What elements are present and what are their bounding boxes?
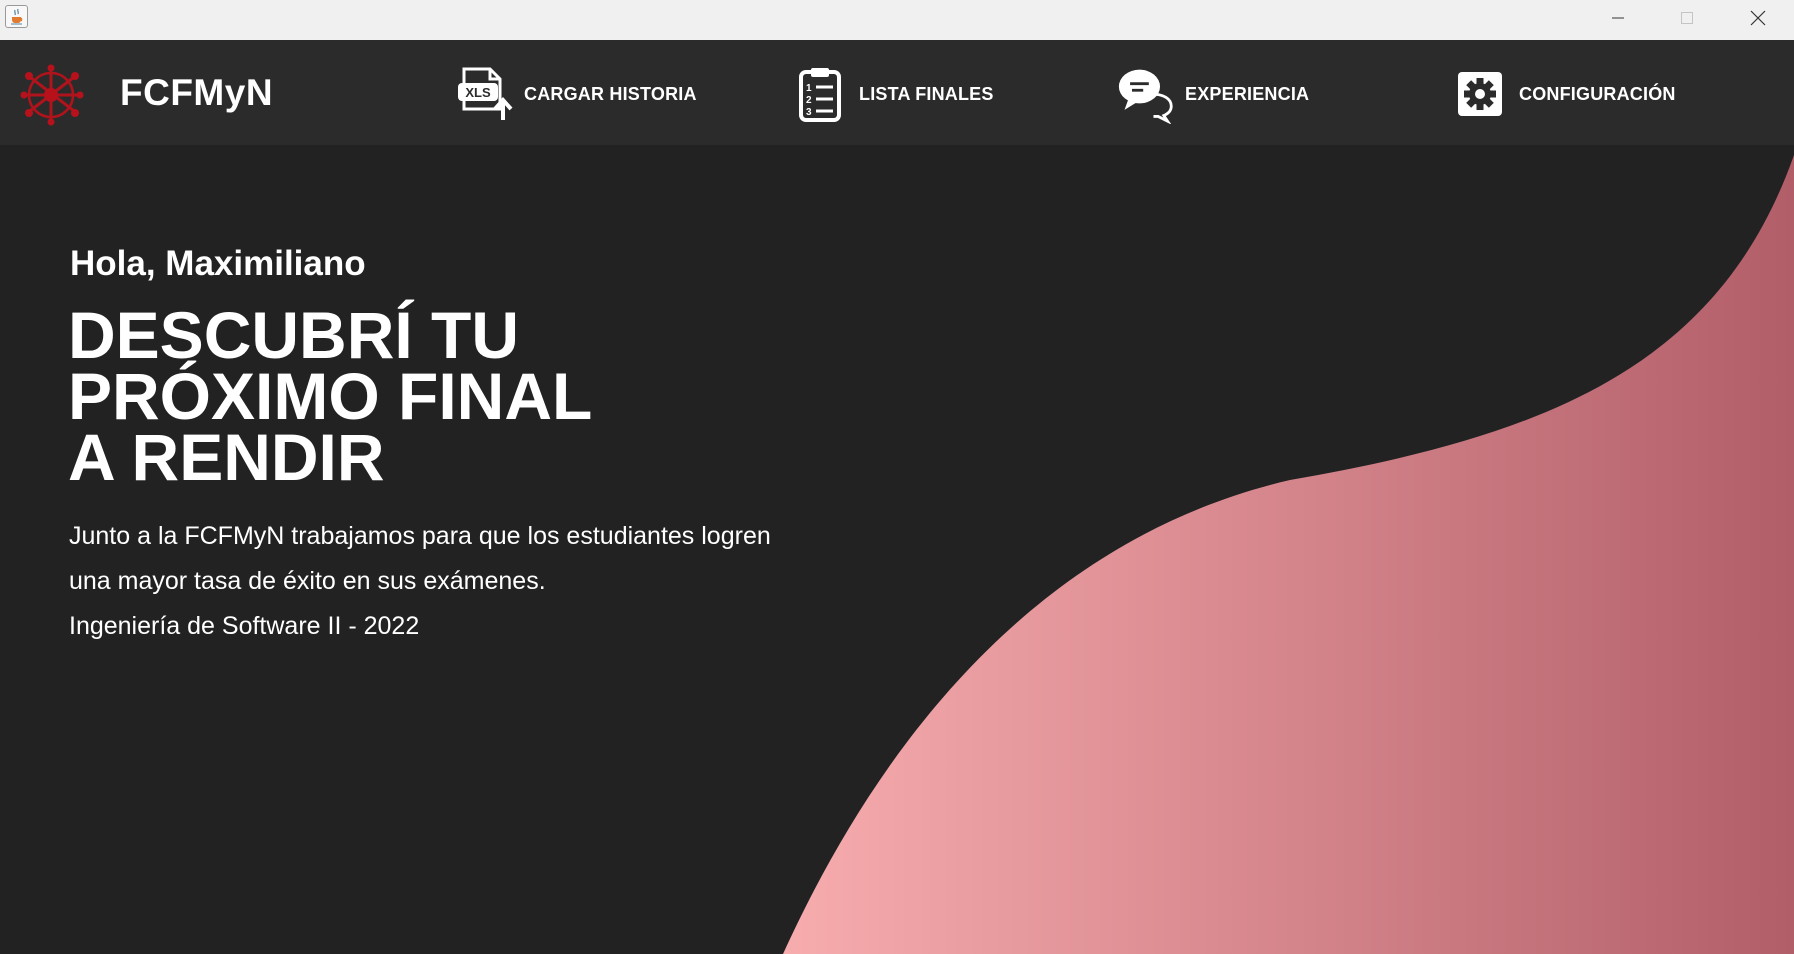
headline-line: A RENDIR bbox=[68, 420, 385, 494]
window-title-bar bbox=[0, 0, 1794, 40]
svg-text:2: 2 bbox=[806, 95, 812, 106]
maximize-button[interactable] bbox=[1652, 0, 1721, 36]
network-star-logo bbox=[18, 62, 88, 126]
close-button[interactable] bbox=[1723, 0, 1792, 36]
top-navigation-bar: FCFMyN XLS CARGAR HISTORIA 1 2 3 LISTA F… bbox=[0, 40, 1794, 145]
svg-text:3: 3 bbox=[806, 107, 812, 118]
hero-description: Junto a la FCFMyN trabajamos para que lo… bbox=[69, 514, 771, 649]
minimize-icon bbox=[1611, 17, 1624, 19]
course-credit: Ingeniería de Software II - 2022 bbox=[69, 612, 420, 640]
nav-label: CARGAR HISTORIA bbox=[524, 83, 697, 104]
xls-upload-icon: XLS bbox=[456, 65, 514, 123]
gear-icon bbox=[1451, 65, 1509, 123]
brand-title: FCFMyN bbox=[120, 72, 274, 113]
nav-configuracion[interactable]: CONFIGURACIÓN bbox=[1451, 64, 1676, 124]
nav-lista-finales[interactable]: 1 2 3 LISTA FINALES bbox=[791, 64, 994, 124]
description-line: una mayor tasa de éxito en sus exámenes. bbox=[69, 567, 546, 595]
hero-headline: DESCUBRÍ TU PRÓXIMO FINAL A RENDIR bbox=[68, 298, 593, 494]
chat-bubbles-icon bbox=[1117, 65, 1175, 124]
greeting-text: Hola, Maximiliano bbox=[70, 244, 366, 283]
close-icon bbox=[1750, 10, 1765, 26]
nav-experiencia[interactable]: EXPERIENCIA bbox=[1117, 64, 1309, 124]
headline-line: PRÓXIMO FINAL bbox=[68, 359, 593, 433]
hero-section: Hola, Maximiliano DESCUBRÍ TU PRÓXIMO FI… bbox=[0, 145, 1794, 954]
java-cup-icon[interactable] bbox=[5, 5, 28, 28]
svg-text:1: 1 bbox=[806, 83, 812, 94]
headline-line: DESCUBRÍ TU bbox=[68, 298, 520, 372]
minimize-button[interactable] bbox=[1583, 0, 1652, 36]
description-line: Junto a la FCFMyN trabajamos para que lo… bbox=[69, 522, 771, 550]
maximize-icon bbox=[1680, 12, 1693, 24]
nav-label: EXPERIENCIA bbox=[1185, 83, 1310, 104]
nav-label: LISTA FINALES bbox=[859, 83, 994, 104]
nav-cargar-historia[interactable]: XLS CARGAR HISTORIA bbox=[456, 64, 697, 124]
svg-text:XLS: XLS bbox=[465, 85, 491, 100]
clipboard-list-icon: 1 2 3 bbox=[791, 65, 849, 123]
nav-label: CONFIGURACIÓN bbox=[1519, 83, 1676, 104]
